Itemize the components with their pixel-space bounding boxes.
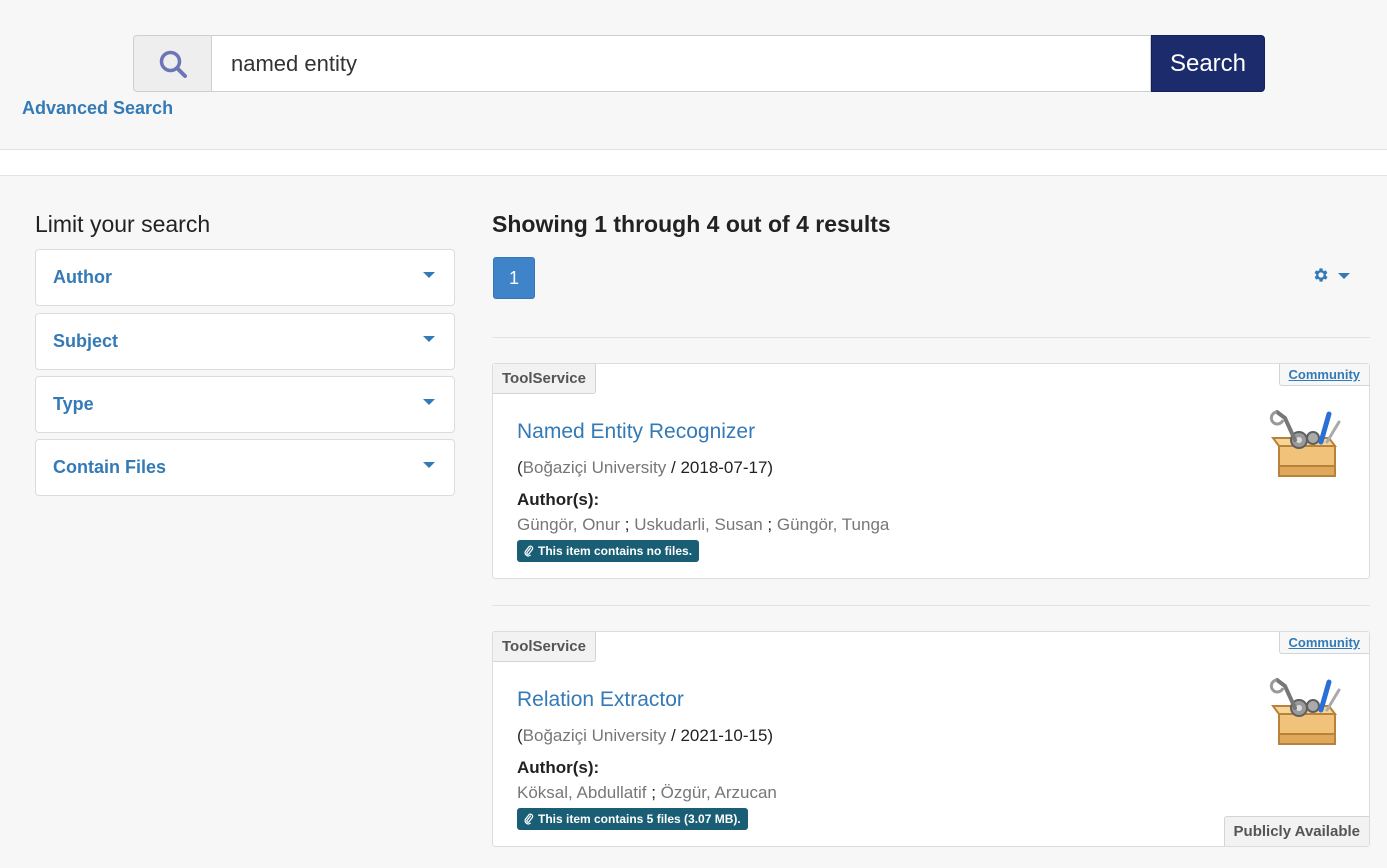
type-tag: ToolService [493,632,596,662]
availability-tag: Publicly Available [1223,816,1369,846]
search-bar: Search [133,35,1265,92]
authors-list: Güngör, Onur ; Uskudarli, Susan ; Güngör… [517,515,889,535]
author-link[interactable]: Güngör, Tunga [777,515,889,534]
toolbox-icon [1269,410,1341,477]
result-title[interactable]: Relation Extractor [517,688,684,712]
facet-subject[interactable]: Subject [35,313,455,370]
facets-title: Limit your search [35,211,211,237]
result-date: / 2021-10-15) [666,726,774,745]
paperclip-icon [524,813,534,825]
files-badge: This item contains no files. [517,540,700,562]
author-separator: ; [620,515,635,534]
advanced-search-link[interactable]: Advanced Search [22,98,173,119]
chevron-down-icon [423,335,435,342]
search-icon [159,50,187,78]
facet-contain-files[interactable]: Contain Files [35,439,455,496]
author-separator: ; [646,783,661,802]
facet-label: Contain Files [53,457,167,477]
results-divider [492,337,1370,338]
chevron-down-icon [1338,273,1350,279]
gear-icon [1314,268,1328,282]
settings-dropdown[interactable] [1312,266,1352,284]
result-meta: (Boğaziçi University / 2018-07-17) [517,458,773,478]
community-tag[interactable]: Community [1278,364,1369,386]
results-divider [492,605,1370,606]
result-date: / 2018-07-17) [666,458,774,477]
publisher-link[interactable]: Boğaziçi University [523,726,667,745]
result-item: ToolService Community Relation Extractor… [492,631,1370,847]
result-meta: (Boğaziçi University / 2021-10-15) [517,726,773,746]
toolbox-icon [1269,678,1341,745]
author-link[interactable]: Güngör, Onur [517,515,620,534]
header-divider [0,149,1387,176]
files-badge: This item contains 5 files (3.07 MB). [517,808,748,830]
facet-type[interactable]: Type [35,376,455,433]
community-tag[interactable]: Community [1278,632,1369,654]
author-link[interactable]: Köksal, Abdullatif [517,783,646,802]
search-button[interactable]: Search [1151,35,1265,92]
files-badge-text: This item contains no files. [538,544,693,558]
search-input[interactable] [211,35,1151,92]
results-heading: Showing 1 through 4 out of 4 results [492,211,891,237]
type-tag: ToolService [493,364,596,394]
facet-label: Type [53,394,94,414]
authors-label: Author(s): [517,490,600,509]
author-link[interactable]: Özgür, Arzucan [661,783,777,802]
facet-label: Subject [53,331,119,351]
authors-label: Author(s): [517,758,600,777]
chevron-down-icon [423,398,435,405]
result-item: ToolService Community Named Entity Recog… [492,363,1370,579]
facet-author[interactable]: Author [35,249,455,306]
search-icon-addon [133,35,211,92]
author-link[interactable]: Uskudarli, Susan [634,515,763,534]
chevron-down-icon [423,271,435,278]
chevron-down-icon [423,461,435,468]
result-title[interactable]: Named Entity Recognizer [517,420,755,444]
paperclip-icon [524,545,534,557]
pagination-page-1[interactable]: 1 [493,257,535,299]
publisher-link[interactable]: Boğaziçi University [523,458,667,477]
facet-label: Author [53,267,112,287]
author-separator: ; [762,515,777,534]
authors-list: Köksal, Abdullatif ; Özgür, Arzucan [517,783,777,803]
files-badge-text: This item contains 5 files (3.07 MB). [538,812,741,826]
